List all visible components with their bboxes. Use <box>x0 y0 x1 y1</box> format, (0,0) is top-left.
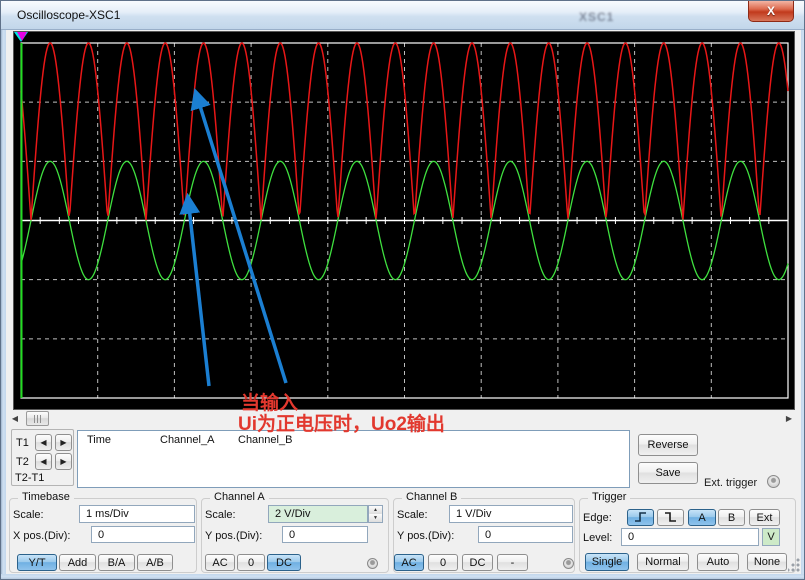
falling-edge-icon <box>663 511 678 523</box>
channel-b-scale-label: Scale: <box>397 509 428 521</box>
annotation-arrows <box>188 93 286 386</box>
channel-b-dc-button[interactable]: DC <box>462 554 493 571</box>
cursor-1-handle[interactable] <box>14 32 28 398</box>
channel-b-minus-button[interactable]: - <box>497 554 528 571</box>
scrollbar-thumb[interactable] <box>26 411 49 426</box>
channel-a-0-button[interactable]: 0 <box>237 554 265 571</box>
channel-a-ac-button[interactable]: AC <box>205 554 235 571</box>
t2-label: T2 <box>16 456 29 468</box>
trigger-level-unit: V <box>762 528 780 546</box>
scope-display <box>13 31 795 410</box>
yt-mode-button[interactable]: Y/T <box>17 554 57 571</box>
t2-left-button[interactable]: ◀ <box>35 453 52 470</box>
channel-a-ypos-field[interactable]: 0 <box>282 526 368 543</box>
channel-a-scale-field[interactable]: 2 V/Div <box>268 505 368 523</box>
t1-left-button[interactable]: ◀ <box>35 434 52 451</box>
t1-right-button[interactable]: ▶ <box>55 434 72 451</box>
channel-b-scale-field[interactable]: 1 V/Div <box>449 505 573 523</box>
channel-b-0-button[interactable]: 0 <box>428 554 458 571</box>
measurement-readout: Time Channel_A Channel_B <box>77 430 630 488</box>
channel-b-title: Channel B <box>402 491 461 503</box>
spinner-up-icon[interactable]: ▲ <box>369 506 382 514</box>
ab-mode-button[interactable]: A/B <box>137 554 173 571</box>
ext-trigger-label: Ext. trigger <box>704 477 757 489</box>
oscilloscope-window: Oscilloscope-XSC1 XSC1 X 当 <box>0 0 805 580</box>
column-header-channel-b: Channel_B <box>238 434 292 446</box>
trigger-auto-button[interactable]: Auto <box>697 553 739 571</box>
trigger-level-field[interactable]: 0 <box>621 528 759 546</box>
waveform-plot <box>14 32 794 409</box>
channel-b-ac-button[interactable]: AC <box>394 554 424 571</box>
trigger-title: Trigger <box>588 491 630 503</box>
spinner-down-icon[interactable]: ▼ <box>369 514 382 522</box>
channel-a-scale-spinner[interactable]: ▲ ▼ <box>368 505 383 523</box>
window-frame-left <box>1 30 6 580</box>
column-header-time: Time <box>87 434 111 446</box>
trigger-source-a-button[interactable]: A <box>688 509 716 526</box>
scroll-right-icon[interactable]: ▶ <box>782 413 796 425</box>
t2-right-button[interactable]: ▶ <box>55 453 72 470</box>
channel-b-terminal[interactable] <box>563 558 574 569</box>
background-watermark: XSC1 <box>579 10 614 24</box>
add-mode-button[interactable]: Add <box>59 554 96 571</box>
timebase-scale-field[interactable]: 1 ms/Div <box>79 505 195 523</box>
window-frame-right <box>801 30 805 580</box>
channel-a-terminal[interactable] <box>367 558 378 569</box>
timebase-scale-label: Scale: <box>13 509 44 521</box>
trigger-source-b-button[interactable]: B <box>718 509 745 526</box>
falling-edge-button[interactable] <box>657 509 684 526</box>
left-arrow-icon: ◀ <box>40 457 46 466</box>
save-button[interactable]: Save <box>638 462 698 484</box>
channel-b-ypos-field[interactable]: 0 <box>478 526 573 543</box>
timebase-xpos-label: X pos.(Div): <box>13 530 70 542</box>
scroll-left-icon[interactable]: ◀ <box>8 413 22 425</box>
close-button[interactable]: X <box>748 1 794 22</box>
t2-t1-label: T2-T1 <box>15 472 44 484</box>
timebase-title: Timebase <box>18 491 74 503</box>
timebase-xpos-field[interactable]: 0 <box>91 526 195 543</box>
channel-a-scale-label: Scale: <box>205 509 236 521</box>
annotation-line1: 当输入 <box>241 393 298 414</box>
reverse-button[interactable]: Reverse <box>638 434 698 456</box>
rising-edge-button[interactable] <box>627 509 654 526</box>
trigger-level-label: Level: <box>583 532 612 544</box>
trigger-source-ext-button[interactable]: Ext <box>749 509 780 526</box>
left-arrow-icon: ◀ <box>40 438 46 447</box>
trigger-none-button[interactable]: None <box>747 553 787 571</box>
rising-edge-icon <box>633 511 648 523</box>
t1-label: T1 <box>16 437 29 449</box>
channel-a-title: Channel A <box>210 491 269 503</box>
thumb-grip-icon <box>34 415 42 423</box>
title-bar[interactable]: Oscilloscope-XSC1 XSC1 X <box>1 1 805 30</box>
channel-a-dc-button[interactable]: DC <box>267 554 301 571</box>
trigger-edge-label: Edge: <box>583 512 612 524</box>
column-header-channel-a: Channel_A <box>160 434 214 446</box>
resize-grip[interactable] <box>788 557 801 573</box>
channel-b-ypos-label: Y pos.(Div): <box>397 530 454 542</box>
right-arrow-icon: ▶ <box>60 438 66 447</box>
ba-mode-button[interactable]: B/A <box>98 554 135 571</box>
channel-a-ypos-label: Y pos.(Div): <box>205 530 262 542</box>
right-arrow-icon: ▶ <box>60 457 66 466</box>
annotation-line2: Ui为正电压时，Uo2输出 <box>238 414 445 435</box>
trigger-normal-button[interactable]: Normal <box>637 553 689 571</box>
window-frame-bottom <box>1 574 805 580</box>
trigger-single-button[interactable]: Single <box>585 553 629 571</box>
close-icon: X <box>767 4 775 18</box>
ext-trigger-terminal[interactable] <box>767 475 780 488</box>
window-title: Oscilloscope-XSC1 <box>17 8 120 22</box>
